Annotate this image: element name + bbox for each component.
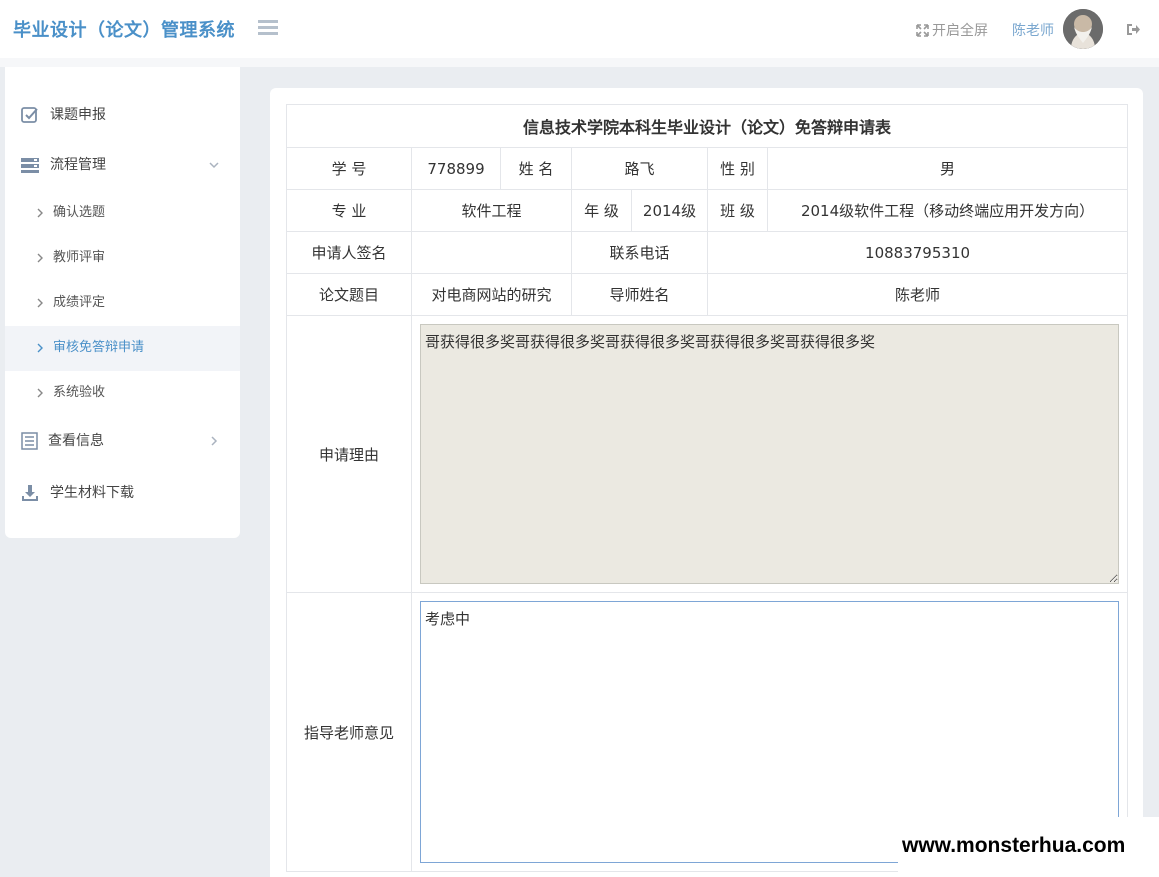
class-value: 2014级软件工程（移动终端应用开发方向） bbox=[766, 189, 1129, 232]
sidebar-item-label: 学生材料下载 bbox=[50, 485, 134, 501]
sidebar-subitem-teacher-review[interactable]: 教师评审 bbox=[5, 236, 240, 281]
sidebar-subitem-label: 成绩评定 bbox=[53, 295, 106, 310]
chevron-right-icon bbox=[211, 436, 218, 446]
major-value: 软件工程 bbox=[411, 189, 572, 232]
thesis-value: 对电商网站的研究 bbox=[411, 273, 572, 316]
app-title[interactable]: 毕业设计（论文）管理系统 bbox=[13, 16, 235, 42]
sidebar-subitem-label: 系统验收 bbox=[53, 385, 106, 400]
download-icon bbox=[22, 485, 38, 501]
grade-value: 2014级 bbox=[631, 189, 708, 232]
class-label: 班 级 bbox=[707, 189, 768, 232]
exemption-form-table: 信息技术学院本科生毕业设计（论文）免答辩申请表 学 号 778899 姓 名 路… bbox=[285, 104, 1129, 872]
sidebar-subitem-grading[interactable]: 成绩评定 bbox=[5, 281, 240, 326]
logout-icon[interactable] bbox=[1126, 22, 1141, 37]
sidebar-item-clipped[interactable] bbox=[21, 67, 37, 79]
sidebar-item-topic-declare[interactable]: 课题申报 bbox=[5, 94, 240, 136]
reason-cell: 哥获得很多奖哥获得很多奖哥获得很多奖哥获得很多奖哥获得很多奖 bbox=[410, 315, 1129, 593]
chevron-right-icon bbox=[37, 298, 43, 308]
sidebar-subitem-label: 教师评审 bbox=[53, 250, 106, 265]
name-label: 姓 名 bbox=[500, 147, 572, 190]
sidebar-subitem-label: 确认选题 bbox=[53, 205, 106, 220]
signature-value bbox=[411, 231, 572, 274]
sidebar: 课题申报 流程管理 确认选题 教师评审 成绩评定 审核免答辩申请 系统验收 查看… bbox=[5, 67, 240, 538]
check-square-icon bbox=[21, 107, 38, 123]
major-label: 专 业 bbox=[286, 189, 412, 232]
opinion-label: 指导老师意见 bbox=[286, 592, 412, 872]
expand-icon bbox=[916, 24, 929, 37]
sidebar-item-label: 课题申报 bbox=[50, 107, 106, 123]
reason-textarea[interactable]: 哥获得很多奖哥获得很多奖哥获得很多奖哥获得很多奖哥获得很多奖 bbox=[420, 324, 1120, 584]
gender-value: 男 bbox=[766, 147, 1129, 190]
sidebar-item-label: 查看信息 bbox=[48, 433, 104, 449]
chevron-right-icon bbox=[37, 253, 43, 263]
sidebar-item-download[interactable]: 学生材料下载 bbox=[5, 472, 240, 514]
top-bar-strip bbox=[0, 58, 1159, 67]
advisor-label: 导师姓名 bbox=[571, 273, 708, 316]
sidebar-subitem-confirm-topic[interactable]: 确认选题 bbox=[5, 191, 240, 236]
sidebar-item-process[interactable]: 流程管理 bbox=[5, 144, 240, 186]
name-value: 路飞 bbox=[571, 147, 708, 190]
chevron-down-icon bbox=[209, 162, 219, 169]
menu-toggle-icon[interactable] bbox=[258, 20, 278, 36]
sidebar-subitem-system-acceptance[interactable]: 系统验收 bbox=[5, 371, 240, 416]
watermark: www.monsterhua.com bbox=[898, 817, 1159, 877]
fullscreen-button[interactable]: 开启全屏 bbox=[916, 20, 988, 40]
fullscreen-label: 开启全屏 bbox=[932, 23, 988, 39]
gender-label: 性 别 bbox=[707, 147, 768, 190]
username[interactable]: 陈老师 bbox=[1012, 20, 1054, 40]
list-icon bbox=[21, 432, 38, 450]
server-icon bbox=[21, 158, 39, 173]
student-id-value: 778899 bbox=[411, 147, 501, 190]
signature-label: 申请人签名 bbox=[286, 231, 412, 274]
watermark-text: www.monsterhua.com bbox=[902, 834, 1126, 857]
thesis-label: 论文题目 bbox=[286, 273, 412, 316]
sidebar-subitem-review-exemption[interactable]: 审核免答辩申请 bbox=[5, 326, 240, 371]
reason-label: 申请理由 bbox=[286, 315, 412, 593]
sidebar-item-label: 流程管理 bbox=[50, 157, 106, 173]
sidebar-subitem-label: 审核免答辩申请 bbox=[53, 340, 145, 355]
chevron-right-icon bbox=[37, 343, 43, 353]
grade-label: 年 级 bbox=[571, 189, 632, 232]
chevron-right-icon bbox=[37, 208, 43, 218]
advisor-value: 陈老师 bbox=[706, 273, 1129, 316]
student-id-label: 学 号 bbox=[286, 147, 412, 190]
phone-value: 10883795310 bbox=[706, 231, 1129, 274]
form-title: 信息技术学院本科生毕业设计（论文）免答辩申请表 bbox=[285, 104, 1129, 148]
sidebar-item-view-info[interactable]: 查看信息 bbox=[5, 420, 240, 462]
avatar[interactable] bbox=[1063, 9, 1103, 49]
top-bar: 毕业设计（论文）管理系统 开启全屏 陈老师 bbox=[0, 0, 1159, 58]
chevron-right-icon bbox=[37, 388, 43, 398]
phone-label: 联系电话 bbox=[571, 231, 708, 274]
grid-icon bbox=[21, 67, 37, 75]
